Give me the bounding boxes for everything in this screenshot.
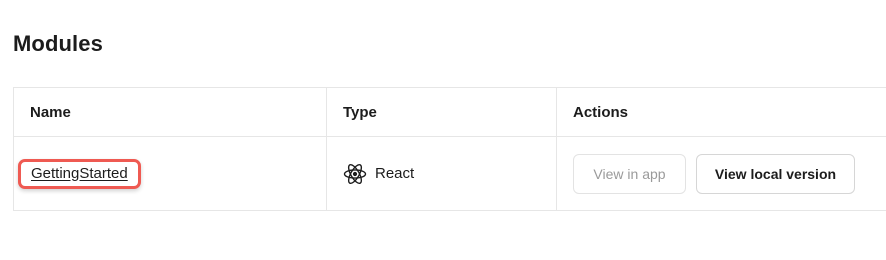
- table-header-row: Name Type Actions: [14, 88, 886, 137]
- table-row: GettingStarted React View in app View lo…: [14, 137, 886, 211]
- module-type-cell: React: [327, 137, 557, 210]
- module-name-link[interactable]: GettingStarted: [31, 165, 128, 182]
- module-actions-cell: View in app View local version: [557, 137, 886, 210]
- type-wrap: React: [343, 162, 414, 186]
- column-header-actions: Actions: [573, 103, 629, 121]
- column-header-name: Name: [14, 88, 327, 136]
- page-title: Modules: [13, 31, 103, 56]
- module-type-label: React: [375, 165, 415, 182]
- react-icon: [343, 162, 367, 186]
- modules-page: Modules Name Type Actions GettingStarted: [0, 0, 886, 260]
- view-in-app-button[interactable]: View in app: [573, 153, 686, 194]
- actions-group: View in app View local version: [573, 153, 855, 194]
- view-local-version-button[interactable]: View local version: [696, 153, 855, 194]
- modules-table: Name Type Actions GettingStarted React V…: [13, 87, 886, 211]
- column-header-type: Type: [327, 88, 557, 136]
- module-name-cell: GettingStarted: [14, 137, 327, 210]
- highlight-box: GettingStarted: [18, 158, 141, 189]
